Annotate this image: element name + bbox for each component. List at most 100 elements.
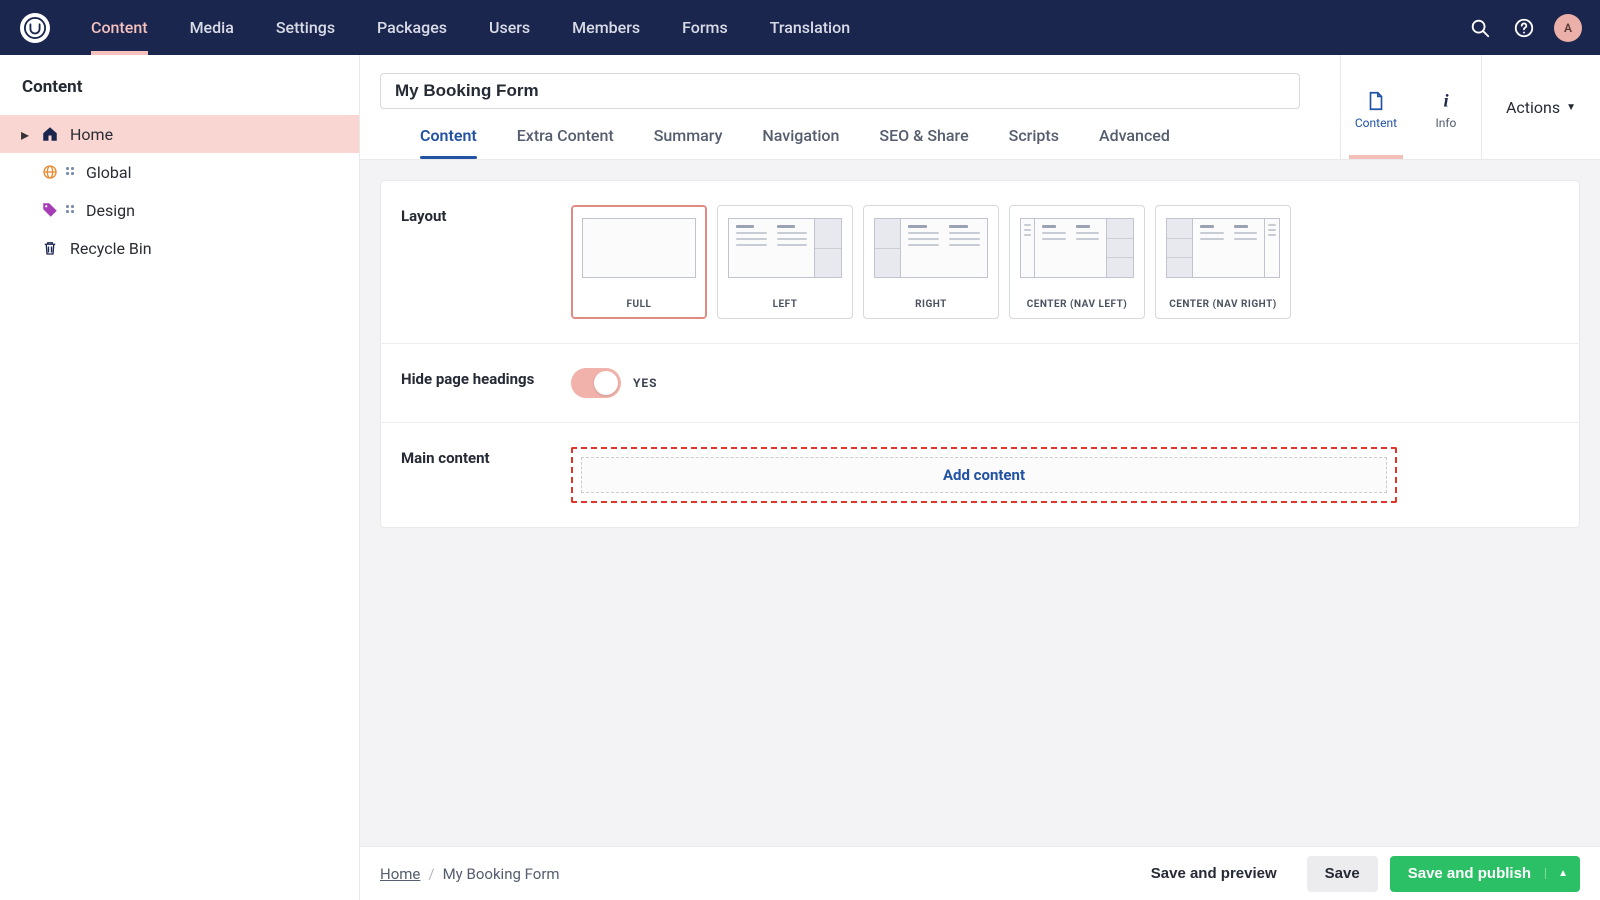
sidebar: Content ▸ Home ▸ Global ▸ Design ▸ (0, 55, 360, 900)
search-icon[interactable] (1458, 0, 1502, 55)
actions-label: Actions (1506, 98, 1560, 117)
tab-label: SEO & Share (879, 126, 968, 145)
nav-packages[interactable]: Packages (356, 0, 468, 55)
nav-label: Members (572, 18, 640, 37)
top-nav-sections: Content Media Settings Packages Users Me… (70, 0, 871, 55)
property-label: Hide page headings (401, 368, 571, 398)
tag-icon (40, 201, 60, 219)
property-label: Layout (401, 205, 571, 319)
caret-right-icon[interactable]: ▸ (20, 125, 30, 144)
help-icon[interactable] (1502, 0, 1546, 55)
layout-preview-icon (572, 206, 706, 290)
save-and-publish-button[interactable]: Save and publish ▲ (1390, 856, 1580, 892)
property-hide-page-headings: Hide page headings YES (381, 344, 1579, 423)
save-button[interactable]: Save (1307, 856, 1378, 892)
home-icon (40, 125, 60, 143)
layout-option-label: Center (Nav Right) (1156, 290, 1290, 318)
button-label: Save and publish (1408, 865, 1531, 882)
nav-label: Packages (377, 18, 447, 37)
layout-options: Full Left (571, 205, 1559, 319)
content-apps: Content i Info (1340, 55, 1481, 159)
handle-dots-icon (66, 167, 76, 177)
breadcrumb-current: My Booking Form (443, 865, 560, 883)
layout-preview-icon (1156, 206, 1290, 290)
nav-settings[interactable]: Settings (255, 0, 356, 55)
layout-option-left[interactable]: Left (717, 205, 853, 319)
tree-item-recycle-bin[interactable]: ▸ Recycle Bin (0, 229, 359, 267)
properties-panel: Layout Full (380, 180, 1580, 528)
tree-label: Recycle Bin (70, 239, 152, 258)
layout-option-right[interactable]: Right (863, 205, 999, 319)
svg-text:i: i (1443, 91, 1449, 111)
caret-down-icon: ▼ (1566, 102, 1576, 113)
actions-dropdown-button[interactable]: Actions ▼ (1481, 55, 1600, 159)
layout-option-center-nav-right[interactable]: Center (Nav Right) (1155, 205, 1291, 319)
layout-option-label: Left (718, 290, 852, 318)
save-and-preview-button[interactable]: Save and preview (1133, 856, 1295, 892)
content-app-content[interactable]: Content (1341, 55, 1411, 159)
app-logo[interactable] (0, 13, 70, 43)
tab-label: Navigation (762, 126, 839, 145)
button-label: Save and preview (1151, 865, 1277, 882)
tree-label: Home (70, 125, 113, 144)
tab-advanced[interactable]: Advanced (1079, 126, 1190, 159)
property-main-content: Main content Add content (381, 423, 1579, 527)
sidebar-title: Content (0, 55, 359, 115)
tab-content[interactable]: Content (400, 126, 497, 159)
tab-summary[interactable]: Summary (634, 126, 743, 159)
nav-media[interactable]: Media (169, 0, 255, 55)
document-icon (1365, 90, 1387, 112)
tree-item-global[interactable]: ▸ Global (0, 153, 359, 191)
tree-label: Design (86, 201, 135, 220)
layout-option-center-nav-left[interactable]: Center (Nav Left) (1009, 205, 1145, 319)
hide-headings-toggle[interactable] (571, 368, 621, 398)
layout-option-label: Center (Nav Left) (1010, 290, 1144, 318)
nav-content[interactable]: Content (70, 0, 169, 55)
trash-icon (40, 239, 60, 257)
layout-option-label: Right (864, 290, 998, 318)
avatar[interactable]: A (1554, 14, 1582, 42)
button-label: Save (1325, 865, 1360, 882)
nav-label: Content (91, 18, 148, 37)
content-app-label: Info (1435, 116, 1456, 130)
layout-preview-icon (1010, 206, 1144, 290)
tree-label: Global (86, 163, 132, 182)
tab-label: Summary (654, 126, 723, 145)
nav-forms[interactable]: Forms (661, 0, 749, 55)
content-tree: ▸ Home ▸ Global ▸ Design ▸ Recycle Bin (0, 115, 359, 900)
tab-label: Content (420, 126, 477, 145)
nav-members[interactable]: Members (551, 0, 661, 55)
content-dropzone-highlight: Add content (571, 447, 1397, 503)
tab-label: Scripts (1009, 126, 1059, 145)
top-nav: Content Media Settings Packages Users Me… (0, 0, 1600, 55)
layout-preview-icon (718, 206, 852, 290)
layout-option-full[interactable]: Full (571, 205, 707, 319)
editor-main: Content Extra Content Summary Navigation… (360, 55, 1600, 900)
tab-scripts[interactable]: Scripts (989, 126, 1079, 159)
tree-item-home[interactable]: ▸ Home (0, 115, 359, 153)
tree-item-design[interactable]: ▸ Design (0, 191, 359, 229)
caret-up-icon[interactable]: ▲ (1545, 868, 1568, 879)
tab-seo-share[interactable]: SEO & Share (859, 126, 988, 159)
breadcrumb-separator-icon: / (428, 865, 434, 883)
info-icon: i (1435, 90, 1457, 112)
breadcrumb-link-home[interactable]: Home (380, 865, 420, 883)
avatar-initial: A (1564, 21, 1572, 35)
nav-label: Translation (770, 18, 850, 37)
content-app-info[interactable]: i Info (1411, 55, 1481, 159)
tab-extra-content[interactable]: Extra Content (497, 126, 634, 159)
content-tabs: Content Extra Content Summary Navigation… (360, 109, 1340, 159)
property-label: Main content (401, 447, 571, 503)
tab-navigation[interactable]: Navigation (742, 126, 859, 159)
node-name-input[interactable] (380, 73, 1300, 109)
layout-preview-icon (864, 206, 998, 290)
nav-users[interactable]: Users (468, 0, 551, 55)
add-content-button[interactable]: Add content (581, 457, 1387, 493)
nav-label: Media (190, 18, 234, 37)
umbraco-logo-icon (20, 13, 50, 43)
property-layout: Layout Full (381, 181, 1579, 344)
breadcrumb: Home / My Booking Form (380, 865, 560, 883)
nav-translation[interactable]: Translation (749, 0, 871, 55)
nav-label: Users (489, 18, 530, 37)
content-app-label: Content (1355, 116, 1397, 130)
